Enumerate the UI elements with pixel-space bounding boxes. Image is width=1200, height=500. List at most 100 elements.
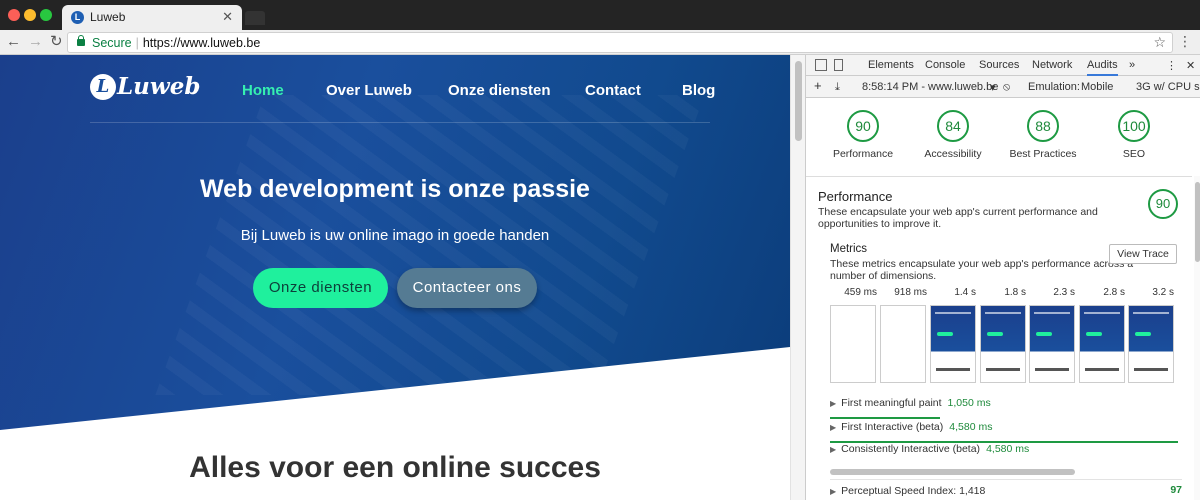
metric-row[interactable]: ▶ Consistently Interactive (beta) 4,580 ms [830, 443, 1182, 465]
horizontal-scrollbar[interactable] [830, 469, 1075, 475]
expand-arrow-icon[interactable]: ▶ [830, 423, 836, 432]
tab-title: Luweb [90, 10, 126, 24]
tab-console[interactable]: Console [925, 59, 965, 71]
frame-time: 1.4 s [954, 287, 976, 298]
nav-blog[interactable]: Blog [682, 82, 715, 99]
speed-index-score: 97 [1170, 484, 1182, 496]
audits-toolbar: + ⤓ 8:58:14 PM - www.luweb.be ▾ ⦸ Emulat… [806, 76, 1200, 98]
clear-icon[interactable]: ⦸ [1003, 81, 1010, 94]
metric-name: First Interactive (beta) [841, 421, 944, 433]
tab-audits[interactable]: Audits [1087, 59, 1118, 76]
reload-icon[interactable]: ↻ [50, 32, 63, 52]
browser-toolbar: ← → ↻ Secure | https://www.luweb.be ☆ ⋮ [0, 30, 1200, 55]
metric-name: First meaningful paint [841, 397, 942, 409]
gauge-accessibility[interactable]: 84 Accessibility [903, 110, 1003, 160]
new-tab-button[interactable] [245, 11, 265, 25]
back-icon[interactable]: ← [6, 32, 21, 52]
metric-bar [830, 417, 940, 419]
gauge-label: Performance [832, 148, 894, 160]
emulation-value: Mobile [1081, 81, 1114, 93]
tab-sources[interactable]: Sources [979, 59, 1019, 71]
throttling-value: 3G w/ CPU slov [1136, 81, 1200, 93]
frame-time: 1.8 s [1004, 287, 1026, 298]
browser-tabstrip: L Luweb ✕ [0, 0, 1200, 30]
frame-time: 459 ms [844, 287, 877, 298]
nav-over-luweb[interactable]: Over Luweb [326, 82, 412, 99]
gauge-performance[interactable]: 90 Performance [813, 110, 913, 160]
browser-menu-icon[interactable]: ⋮ [1178, 33, 1192, 50]
filmstrip-frame [830, 305, 876, 383]
page-scrollbar-thumb[interactable] [795, 61, 802, 141]
metric-value: 4,580 ms [986, 443, 1030, 455]
minimize-window-button[interactable] [24, 9, 36, 21]
lock-icon [77, 35, 85, 46]
expand-arrow-icon[interactable]: ▶ [830, 487, 836, 496]
metric-name: Consistently Interactive (beta) [841, 443, 981, 455]
dropdown-arrow-icon[interactable]: ▾ [990, 81, 996, 94]
nav-contact[interactable]: Contact [585, 82, 641, 99]
filmstrip-frame [930, 305, 976, 383]
gauge-seo[interactable]: 100 SEO [1084, 110, 1184, 160]
nav-onze-diensten[interactable]: Onze diensten [448, 82, 551, 99]
speed-index-label: Perceptual Speed Index: 1,418 [841, 485, 986, 497]
close-window-button[interactable] [8, 9, 20, 21]
inspect-element-icon[interactable] [815, 59, 827, 71]
onze-diensten-button[interactable]: Onze diensten [253, 268, 388, 308]
score-ring: 88 [1027, 110, 1059, 142]
frame-time: 918 ms [894, 287, 927, 298]
new-audit-icon[interactable]: + [814, 78, 822, 93]
site-logo[interactable]: L Luweb [90, 73, 200, 100]
score-ring: 84 [937, 110, 969, 142]
devtools-tabbar: Elements Console Sources Network Audits … [806, 55, 1200, 76]
metric-value: 4,580 ms [949, 421, 993, 433]
emulation-label: Emulation: [1028, 81, 1080, 93]
view-trace-button[interactable]: View Trace [1109, 244, 1177, 264]
hero-subtitle: Bij Luweb is uw online imago in goede ha… [240, 227, 550, 244]
gauge-label: Accessibility [924, 148, 982, 160]
more-tabs-icon[interactable]: » [1129, 59, 1135, 71]
performance-title: Performance [818, 189, 893, 204]
maximize-window-button[interactable] [40, 9, 52, 21]
bookmark-star-icon[interactable]: ☆ [1153, 34, 1166, 51]
filmstrip: 459 ms 918 ms 1.4 s 1.8 s 2.3 s 2.8 s 3.… [830, 287, 1180, 387]
contacteer-ons-button[interactable]: Contacteer ons [397, 268, 537, 308]
score-ring: 90 [847, 110, 879, 142]
page-scrollbar[interactable] [790, 55, 805, 500]
devtools-panel: Elements Console Sources Network Audits … [805, 55, 1200, 500]
browser-tab[interactable]: L Luweb ✕ [62, 5, 242, 30]
devtools-scrollbar-thumb[interactable] [1195, 182, 1200, 262]
url-text: https://www.luweb.be [142, 36, 261, 50]
frame-time: 2.3 s [1053, 287, 1075, 298]
tab-elements[interactable]: Elements [868, 59, 914, 71]
filmstrip-frame [1128, 305, 1174, 383]
gauge-best-practices[interactable]: 88 Best Practices [993, 110, 1093, 160]
expand-arrow-icon[interactable]: ▶ [830, 399, 836, 408]
gauge-label: SEO [1122, 148, 1146, 160]
metric-row[interactable]: ▶ Perceptual Speed Index: 1,418 97 [830, 479, 1182, 500]
performance-score-ring: 90 [1148, 189, 1178, 219]
favicon-icon: L [71, 11, 84, 24]
download-report-icon[interactable]: ⤓ [835, 81, 840, 94]
expand-arrow-icon[interactable]: ▶ [830, 445, 836, 454]
nav-divider [90, 122, 710, 123]
filmstrip-frame [1029, 305, 1075, 383]
filmstrip-frame [880, 305, 926, 383]
device-toolbar-icon[interactable] [834, 59, 843, 71]
address-bar[interactable]: Secure | https://www.luweb.be ☆ [67, 32, 1173, 53]
metrics-title: Metrics [830, 243, 868, 255]
report-selector[interactable]: 8:58:14 PM - www.luweb.be [862, 81, 998, 93]
metric-row[interactable]: ▶ First meaningful paint 1,050 ms [830, 397, 1182, 419]
nav-home[interactable]: Home [242, 82, 284, 99]
logo-mark-icon: L [90, 74, 116, 100]
frame-time: 2.8 s [1103, 287, 1125, 298]
tab-network[interactable]: Network [1032, 59, 1072, 71]
devtools-menu-icon[interactable]: ⋮ [1166, 59, 1177, 72]
frame-time: 3.2 s [1152, 287, 1174, 298]
metric-row[interactable]: ▶ First Interactive (beta) 4,580 ms [830, 421, 1182, 443]
website-viewport: L Luweb Home Over Luweb Onze diensten Con… [0, 55, 790, 500]
close-devtools-icon[interactable]: ✕ [1186, 59, 1195, 72]
close-tab-icon[interactable]: ✕ [222, 9, 233, 25]
devtools-scrollbar[interactable] [1194, 176, 1200, 500]
forward-icon[interactable]: → [28, 32, 43, 52]
hero-title: Web development is onze passie [200, 175, 590, 203]
